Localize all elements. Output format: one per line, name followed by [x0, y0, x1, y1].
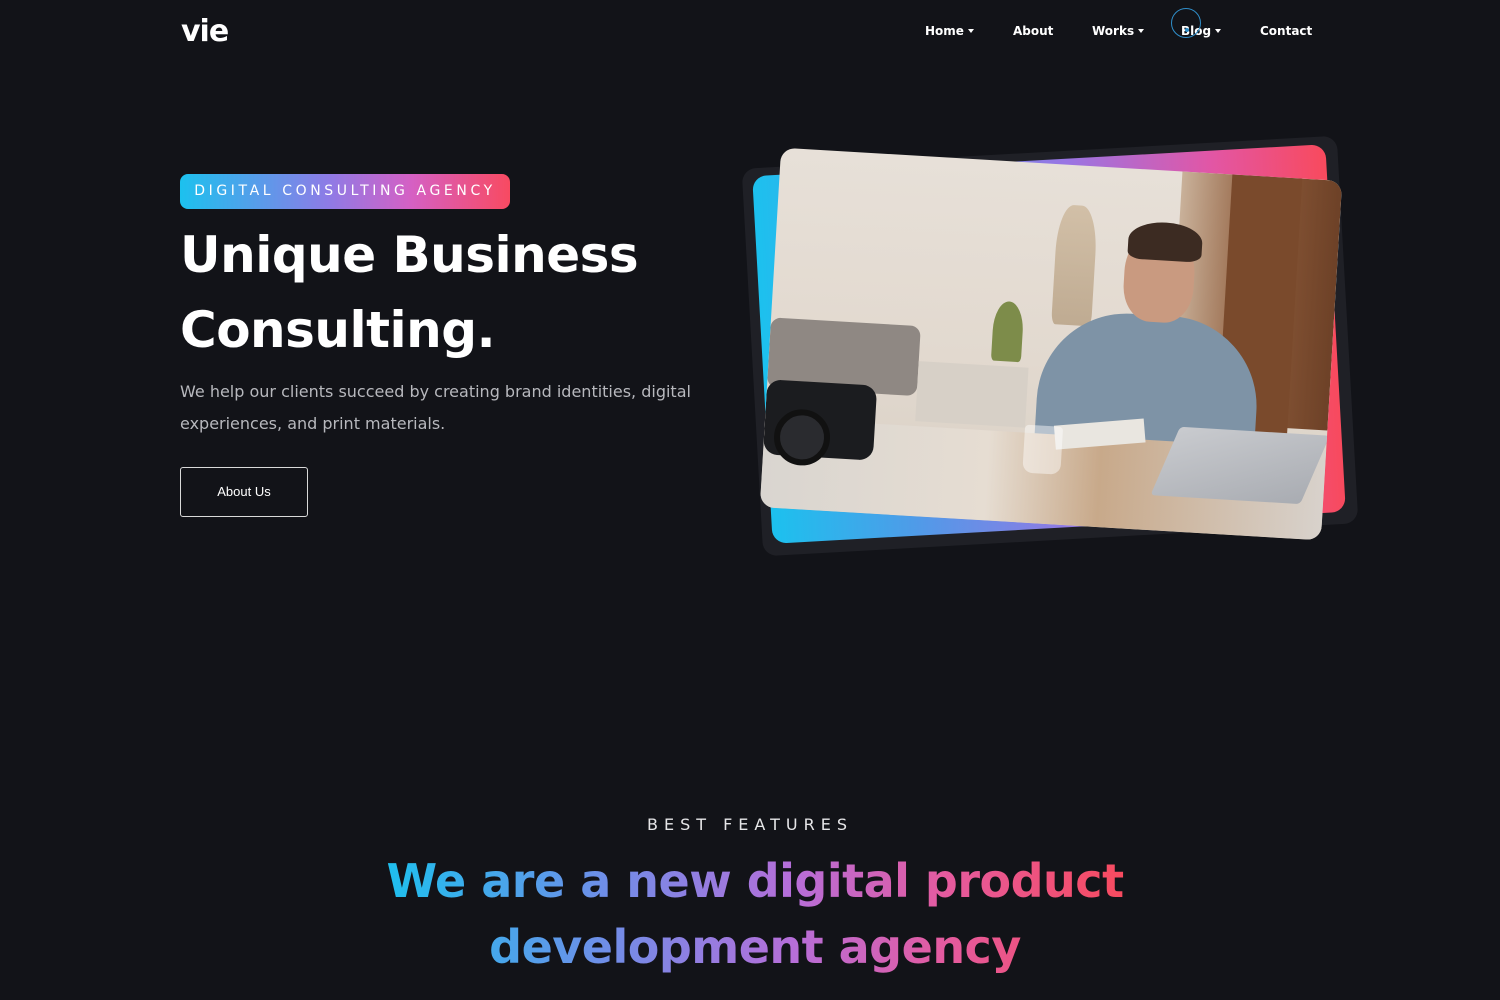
nav-contact[interactable]: Contact	[1260, 24, 1312, 38]
hero-image	[759, 147, 1343, 541]
features-title: We are a new digital product development…	[380, 848, 1130, 980]
nav-home[interactable]: Home	[925, 24, 974, 38]
caret-down-icon	[1215, 29, 1222, 33]
features-title-line1: We are a new digital product	[386, 854, 1124, 908]
main-nav: Home About Works Blog Contact	[0, 8, 1500, 44]
scroll-indicator-icon	[1171, 8, 1201, 38]
hero-title-line2: Consulting.	[180, 301, 496, 359]
site-header: vie Home About Works Blog Contact	[0, 0, 1500, 70]
nav-works-label: Works	[1092, 24, 1135, 38]
hero-badge: DIGITAL CONSULTING AGENCY	[180, 174, 510, 209]
about-us-button[interactable]: About Us	[180, 467, 308, 517]
hero-title: Unique Business Consulting.	[180, 218, 740, 368]
nav-works[interactable]: Works	[1092, 24, 1145, 38]
nav-contact-label: Contact	[1260, 24, 1313, 38]
features-title-line2: development agency	[489, 920, 1021, 974]
hero-title-line1: Unique Business	[180, 226, 639, 284]
caret-down-icon	[967, 29, 974, 33]
nav-about[interactable]: About	[1013, 24, 1053, 38]
hero-description: We help our clients succeed by creating …	[180, 382, 691, 433]
features-label: BEST FEATURES	[647, 815, 853, 834]
nav-about-label: About	[1013, 24, 1054, 38]
caret-down-icon	[1138, 29, 1145, 33]
nav-home-label: Home	[925, 24, 964, 38]
